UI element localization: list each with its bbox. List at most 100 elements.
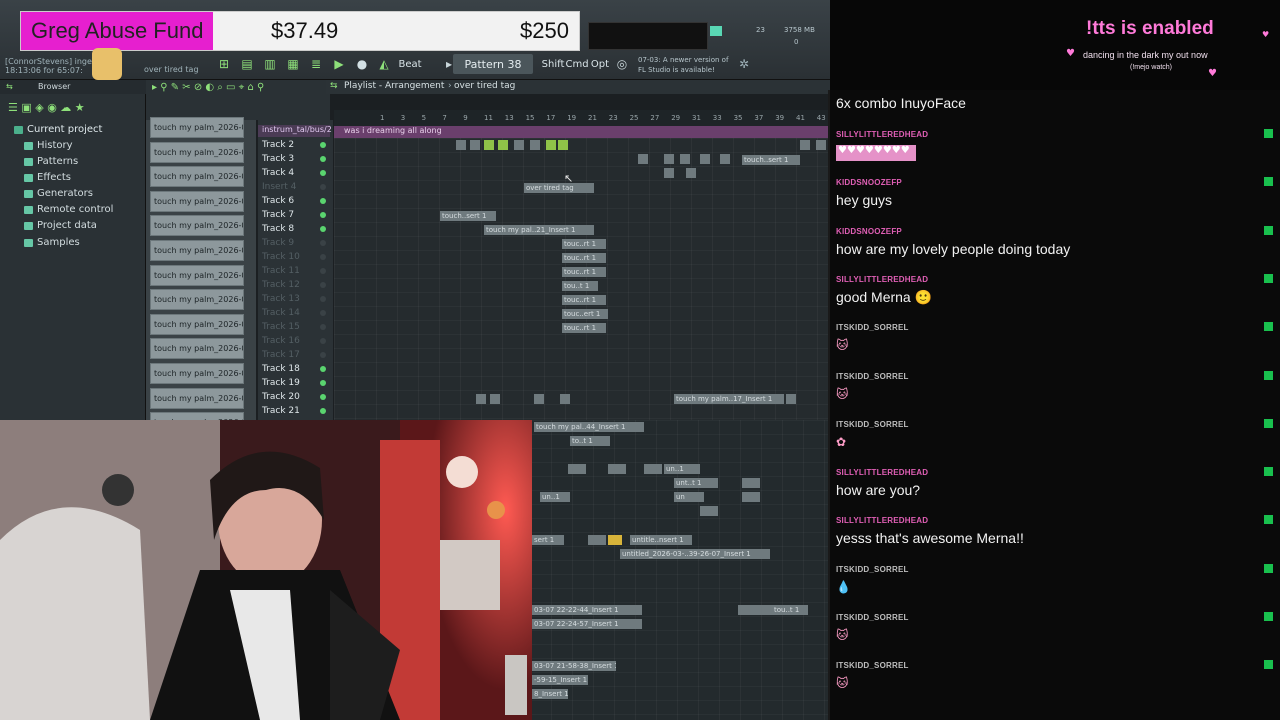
pattern-block-small[interactable]	[530, 140, 540, 150]
pattern-block-small[interactable]	[608, 464, 626, 474]
clip-source-item[interactable]: touch my palm_2026-03...	[150, 141, 244, 163]
clip-source-item[interactable]: touch my palm_2026-03...	[150, 215, 244, 237]
track-mute-led-icon[interactable]	[320, 170, 326, 176]
track-header[interactable]: Track 7	[262, 210, 332, 220]
pattern-selector[interactable]: Pattern 38	[453, 54, 533, 74]
track-header[interactable]: Track 19	[262, 378, 332, 388]
track-mute-led-icon[interactable]	[320, 268, 326, 274]
pattern-block-small[interactable]	[644, 464, 662, 474]
track-mute-led-icon[interactable]	[320, 156, 326, 162]
browser-item-effects[interactable]: Effects	[24, 172, 71, 183]
pattern-block-small[interactable]	[588, 535, 606, 545]
track-mute-led-icon[interactable]	[320, 212, 326, 218]
browser-item-current-project[interactable]: Current project	[14, 124, 102, 135]
news-icon[interactable]: ◎	[613, 55, 631, 73]
pattern-block-small[interactable]	[680, 154, 690, 164]
track-header[interactable]: Track 14	[262, 308, 332, 318]
track-mute-led-icon[interactable]	[320, 282, 326, 288]
track-mute-led-icon[interactable]	[320, 226, 326, 232]
pattern-block[interactable]: touc..rt 1	[562, 239, 606, 249]
track-mute-led-icon[interactable]	[320, 296, 326, 302]
pattern-block-small[interactable]	[490, 394, 500, 404]
track-header[interactable]: Track 12	[262, 280, 332, 290]
chat-username[interactable]: ITSKIDD_SORREL	[836, 323, 1261, 332]
channel-rack-icon[interactable]: ▥	[261, 55, 279, 73]
track-header[interactable]: Track 15	[262, 322, 332, 332]
track-header[interactable]: Track 21	[262, 406, 332, 416]
pattern-block-small[interactable]	[546, 140, 556, 150]
chat-username[interactable]: KIDDSNOOZEFP	[836, 178, 1261, 187]
track-header[interactable]: Track 3	[262, 154, 332, 164]
pattern-block-small[interactable]	[786, 394, 796, 404]
track-mute-led-icon[interactable]	[320, 394, 326, 400]
pattern-block[interactable]: touc..ert 1	[562, 309, 608, 319]
playlist-icon[interactable]: ≣	[307, 55, 325, 73]
pattern-block[interactable]: touch..sert 1	[440, 211, 496, 221]
pattern-block-small[interactable]	[664, 154, 674, 164]
pattern-block-small[interactable]	[700, 506, 718, 516]
clip-source-item[interactable]: touch my palm_2026-03...	[150, 363, 244, 384]
pattern-block[interactable]: un..1	[664, 464, 700, 474]
chat-username[interactable]: KIDDSNOOZEFP	[836, 227, 1261, 236]
track-header[interactable]: Track 8	[262, 224, 332, 234]
beat-mode-button[interactable]: Beat	[390, 54, 430, 74]
track-header[interactable]: Track 17	[262, 350, 332, 360]
chat-username[interactable]: ITSKIDD_SORREL	[836, 565, 1261, 574]
pattern-block[interactable]: 03-07 21-58-38_Insert 1	[532, 661, 616, 671]
pattern-block[interactable]: un	[674, 492, 704, 502]
pattern-block[interactable]: 03-07 22-22-44_Insert 1	[532, 605, 642, 615]
pattern-block-small[interactable]	[756, 605, 774, 615]
pattern-block[interactable]: un..1	[540, 492, 570, 502]
chat-username[interactable]: SILLYLITTLEREDHEAD	[836, 468, 1261, 477]
track-header[interactable]: Track 11	[262, 266, 332, 276]
pattern-block-small[interactable]	[738, 605, 756, 615]
track-header[interactable]: Track 16	[262, 336, 332, 346]
pattern-block[interactable]: untitle..nsert 1	[630, 535, 692, 545]
browser-item-history[interactable]: History	[24, 140, 73, 151]
shift-button[interactable]: Shift	[542, 54, 565, 74]
snap-icon[interactable]: ⊞	[215, 55, 233, 73]
pattern-block-small[interactable]	[470, 140, 480, 150]
clip-source-item[interactable]: touch my palm_2026-03...	[150, 313, 244, 335]
clip-source-item[interactable]: touch my palm_2026-03...	[150, 117, 244, 138]
record-icon[interactable]: ●	[353, 55, 371, 73]
pattern-block-small[interactable]	[456, 140, 466, 150]
pattern-block[interactable]: touc..rt 1	[562, 295, 606, 305]
pattern-block-small[interactable]	[742, 492, 760, 502]
track-mute-led-icon[interactable]	[320, 198, 326, 204]
track-header[interactable]: Track 20	[262, 392, 332, 402]
timeline-ruler[interactable]: 1357911131517192123252729313335373941434…	[334, 110, 867, 126]
pattern-block-small[interactable]	[800, 140, 810, 150]
pattern-block-small[interactable]	[686, 168, 696, 178]
track-mute-led-icon[interactable]	[320, 324, 326, 330]
opt-button[interactable]: Opt	[590, 54, 610, 74]
pattern-block[interactable]: touch my pal..21_Insert 1	[484, 225, 594, 235]
pattern-block-small[interactable]	[498, 140, 508, 150]
chat-username[interactable]: ITSKIDD_SORREL	[836, 613, 1261, 622]
pattern-block[interactable]: touch..sert 1	[742, 155, 800, 165]
play-icon[interactable]: ▶	[330, 55, 348, 73]
clip-source-item[interactable]: touch my palm_2026-03...	[150, 289, 244, 311]
clip-source-item[interactable]: touch my palm_2026-03...	[150, 166, 244, 188]
pattern-block-small[interactable]	[514, 140, 524, 150]
playlist-tools-icon[interactable]: ▸ ⚲ ✎ ✂ ⊘ ◐ ⌕ ▭ ⌖ ⌂ ⚲	[152, 82, 264, 93]
online-icon[interactable]: ✲	[735, 55, 753, 73]
track-header[interactable]: Track 2	[262, 140, 332, 150]
pattern-block[interactable]: touc..rt 1	[562, 253, 606, 263]
pattern-block[interactable]: unt..t 1	[674, 478, 718, 488]
browser-arrow-icon[interactable]: ⇆	[6, 82, 13, 91]
track-mute-led-icon[interactable]	[320, 366, 326, 372]
pattern-block[interactable]: touc..rt 1	[562, 267, 606, 277]
chat-username[interactable]: ITSKIDD_SORREL	[836, 372, 1261, 381]
pattern-block[interactable]: to..t 1	[570, 436, 610, 446]
browser-tools-icon[interactable]: ☰ ▣ ◈ ◉ ☁ ★	[8, 101, 85, 114]
pattern-block[interactable]: touch my palm..17_Insert 1	[674, 394, 784, 404]
track-mute-led-icon[interactable]	[320, 352, 326, 358]
chat-username[interactable]: ITSKIDD_SORREL	[836, 661, 1261, 670]
browser-item-generators[interactable]: Generators	[24, 188, 93, 199]
pattern-block[interactable]: sert 1	[532, 535, 564, 545]
clip-source-item[interactable]: touch my palm_2026-03...	[150, 190, 244, 212]
insert-label[interactable]: instrum_tal/bus/2	[258, 125, 332, 137]
pattern-block-small[interactable]	[700, 154, 710, 164]
track-header[interactable]: Track 18	[262, 364, 332, 374]
